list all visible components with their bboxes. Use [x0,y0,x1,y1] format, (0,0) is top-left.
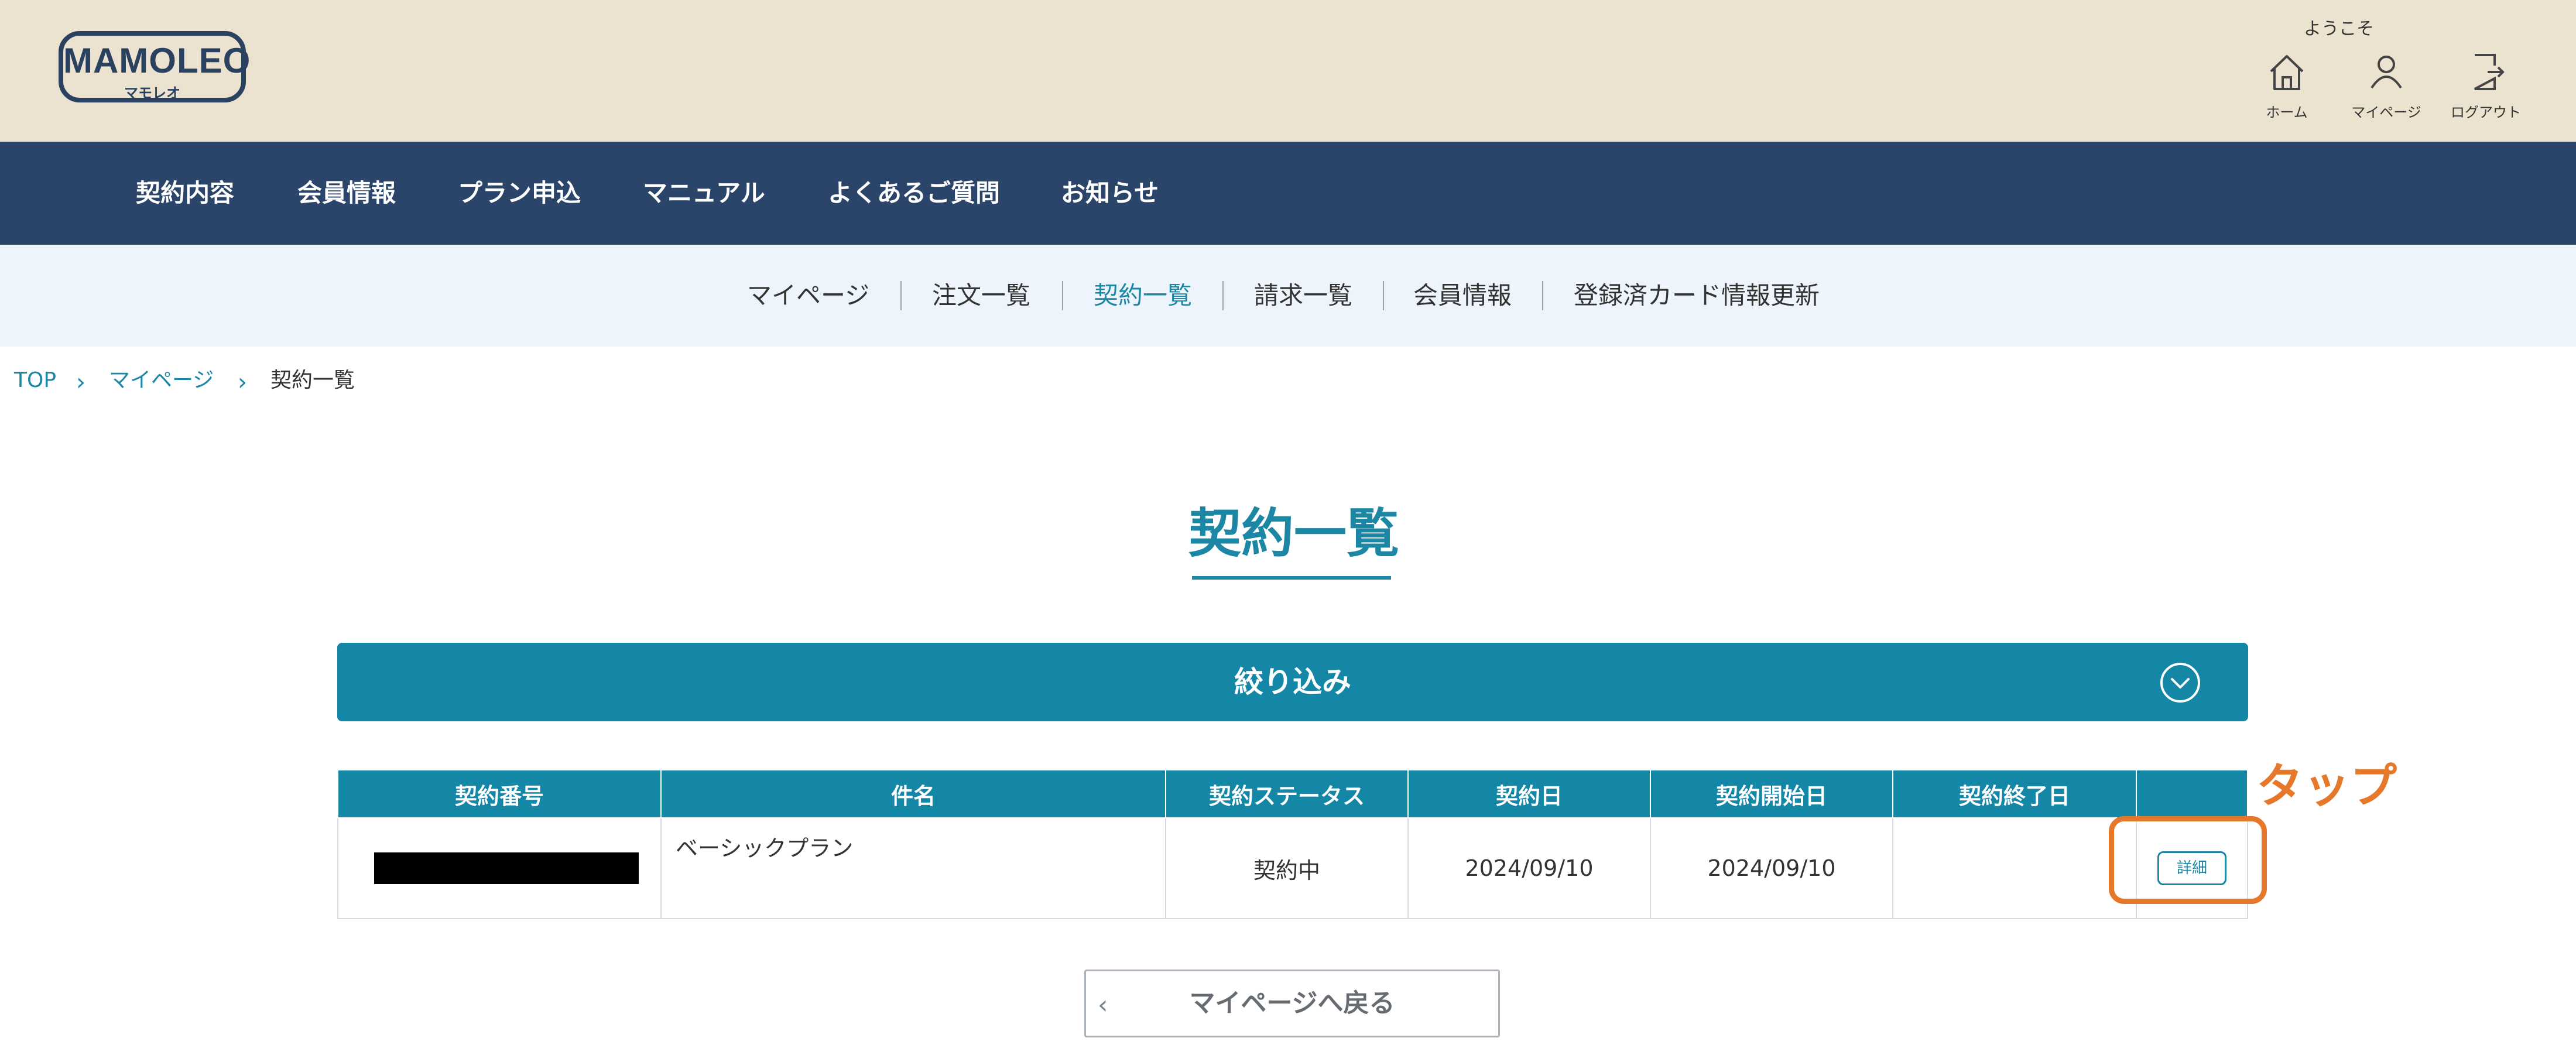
site-header [0,0,2576,142]
logo-subtext: マモレオ [124,85,180,101]
back-to-mypage-button[interactable]: ‹ マイページへ戻る [1084,970,1500,1037]
title-underline [1192,576,1391,580]
breadcrumb-chevron-icon: › [238,369,247,396]
sub-nav-divider [1542,281,1543,310]
cell-subject: ベーシックプラン [660,817,1166,919]
col-header-status: 契約ステータス [1165,769,1409,818]
col-header-action [2136,769,2248,818]
main-nav-member[interactable]: 会員情報 [297,142,396,245]
cell-contract-date: 2024/09/10 [1407,817,1651,919]
sub-nav-divider [1383,281,1384,310]
home-label: ホーム [2266,104,2308,121]
contracts-table: 契約番号 件名 契約ステータス 契約日 契約開始日 契約終了日 ベーシックプラン… [337,769,2248,919]
home-icon [2270,55,2304,90]
table-row: ベーシックプラン 契約中 2024/09/10 2024/09/10 詳細 [337,817,2248,919]
mypage-link[interactable]: マイページ [2339,52,2433,133]
main-nav-faq[interactable]: よくあるご質問 [828,142,1000,245]
user-icon [2371,56,2402,89]
sub-nav-member-info[interactable]: 会員情報 [1413,245,1512,347]
sub-nav-divider [1062,281,1063,310]
col-header-start-date: 契約開始日 [1650,769,1893,818]
sub-nav-contracts[interactable]: 契約一覧 [1094,245,1192,347]
cell-start-date: 2024/09/10 [1650,817,1893,919]
logout-icon [2474,54,2505,90]
page-title: 契約一覧 [1188,503,1399,564]
main-nav: 契約内容 会員情報 プラン申込 マニュアル よくあるご質問 お知らせ [0,142,2576,245]
breadcrumb-chevron-icon: › [76,369,85,396]
logo-text: MAMOLEO [63,41,251,80]
breadcrumb-mypage[interactable]: マイページ [109,363,214,398]
sub-nav-mypage[interactable]: マイページ [747,245,869,347]
main-nav-contract[interactable]: 契約内容 [136,142,234,245]
sub-nav-card-update[interactable]: 登録済カード情報更新 [1574,245,1820,347]
contracts-table-wrapper: 契約番号 件名 契約ステータス 契約日 契約開始日 契約終了日 ベーシックプラン… [337,769,2248,919]
sub-nav-invoices[interactable]: 請求一覧 [1254,245,1352,347]
col-header-contract-date: 契約日 [1407,769,1651,818]
chevron-circle-down-icon [2160,663,2200,703]
breadcrumb-top[interactable]: TOP [14,363,56,398]
main-nav-manual[interactable]: マニュアル [643,142,765,245]
breadcrumb-current: 契約一覧 [270,368,355,392]
sub-nav: マイページ 注文一覧 契約一覧 請求一覧 会員情報 登録済カード情報更新 [0,245,2576,347]
col-header-end-date: 契約終了日 [1892,769,2137,818]
redacted-contract-number [374,852,639,884]
table-header-row: 契約番号 件名 契約ステータス 契約日 契約開始日 契約終了日 [337,769,2248,818]
welcome-text: ようこそ [2304,19,2374,39]
mamoleo-logo[interactable]: MAMOLEO マモレオ [59,31,251,102]
main-nav-news[interactable]: お知らせ [1061,142,1159,245]
back-button-label: マイページへ戻る [1189,988,1395,1018]
logout-label: ログアウト [2451,104,2521,121]
main-nav-plan-apply[interactable]: プラン申込 [458,142,581,245]
filter-label: 絞り込み [1234,665,1351,699]
tap-annotation-label: タップ [2256,759,2397,813]
tap-highlight-box [2109,816,2267,904]
logout-link[interactable]: ログアウト [2439,52,2533,133]
cell-end-date [1892,817,2137,919]
sub-nav-divider [1222,281,1224,310]
home-link[interactable]: ホーム [2240,52,2334,133]
cell-contract-number [337,817,662,919]
sub-nav-divider [900,281,902,310]
filter-toggle[interactable]: 絞り込み [337,643,2248,721]
mypage-label: マイページ [2351,104,2421,121]
col-header-contract-number: 契約番号 [337,769,662,818]
cell-status: 契約中 [1165,817,1409,919]
sub-nav-orders[interactable]: 注文一覧 [932,245,1030,347]
col-header-subject: 件名 [660,769,1166,818]
